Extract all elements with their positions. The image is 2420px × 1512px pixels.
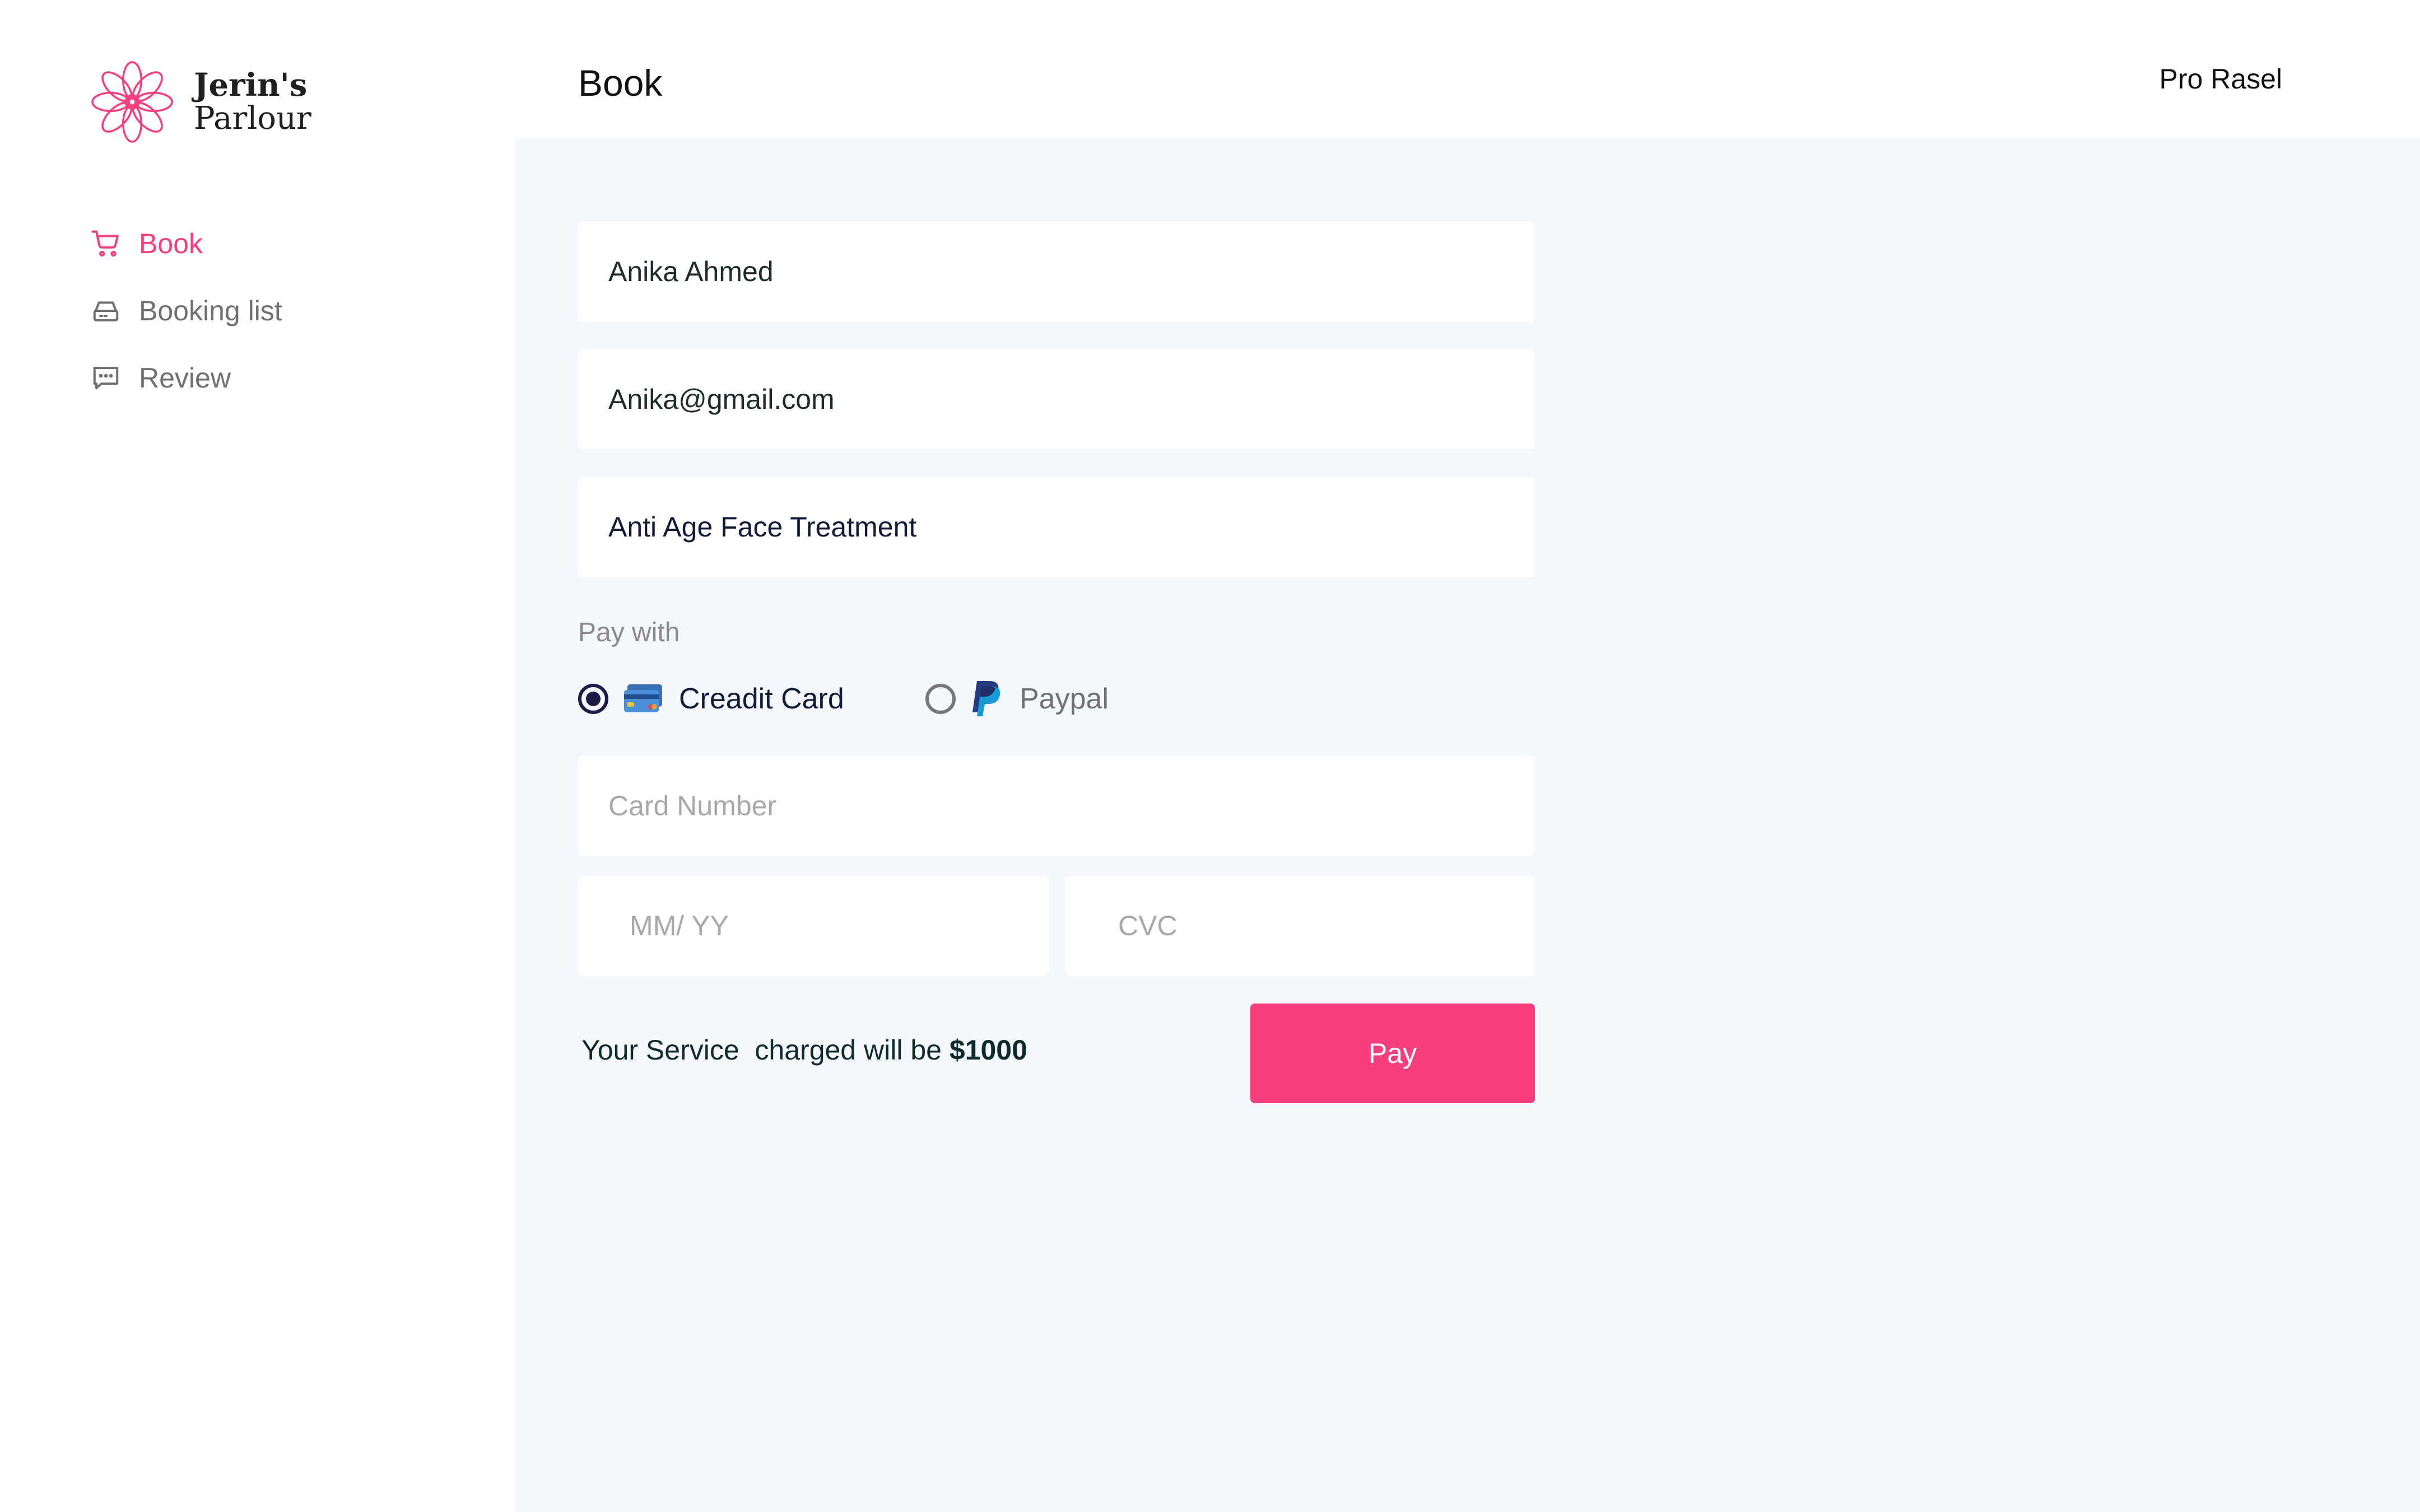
service-charge-text: Your Service charged will be $1000 bbox=[581, 1034, 1027, 1066]
sidebar-item-review[interactable]: Review bbox=[91, 357, 282, 399]
chat-bubble-icon bbox=[91, 363, 121, 393]
brand-logo[interactable]: Jerin's Parlour bbox=[90, 60, 311, 143]
user-name[interactable]: Pro Rasel bbox=[2159, 63, 2282, 95]
sidebar-item-label: Booking list bbox=[139, 295, 282, 326]
paypal-icon bbox=[970, 679, 1004, 719]
sidebar-item-label: Book bbox=[139, 228, 203, 259]
cvc-field[interactable] bbox=[1065, 876, 1535, 976]
cart-icon bbox=[91, 228, 121, 259]
sidebar-item-label: Review bbox=[139, 362, 231, 394]
sidebar-item-booking-list[interactable]: Booking list bbox=[91, 290, 282, 332]
paypal-label: Paypal bbox=[1020, 683, 1109, 715]
paypal-radio[interactable] bbox=[925, 684, 956, 714]
pay-with-label: Pay with bbox=[578, 618, 680, 647]
payment-option-paypal[interactable]: Paypal bbox=[925, 676, 1109, 721]
sidebar: Jerin's Parlour Book Booking list Review bbox=[0, 0, 515, 1512]
sidebar-item-book[interactable]: Book bbox=[91, 223, 282, 264]
brand-name: Jerin's Parlour bbox=[194, 69, 311, 134]
card-number-field[interactable] bbox=[578, 756, 1535, 856]
pay-button[interactable]: Pay bbox=[1250, 1004, 1535, 1103]
credit-card-icon bbox=[623, 683, 663, 715]
booking-form-area: Pay with Creadit Card Paypal bbox=[515, 138, 2420, 1512]
email-field[interactable] bbox=[578, 349, 1535, 449]
sidebar-nav: Book Booking list Review bbox=[91, 223, 282, 424]
credit-card-label: Creadit Card bbox=[679, 683, 844, 715]
name-field[interactable] bbox=[578, 222, 1535, 321]
charge-label: Your Service charged will be bbox=[581, 1034, 950, 1066]
lotus-flower-icon bbox=[91, 61, 173, 143]
brand-name-line1: Jerin's bbox=[194, 67, 308, 104]
inbox-tray-icon bbox=[91, 296, 121, 326]
expiry-field[interactable] bbox=[578, 876, 1049, 976]
payment-option-credit-card[interactable]: Creadit Card bbox=[578, 676, 844, 721]
page-title: Book bbox=[578, 62, 663, 104]
service-field[interactable] bbox=[578, 477, 1535, 577]
brand-name-line2: Parlour bbox=[194, 100, 311, 137]
charge-amount: $1000 bbox=[949, 1034, 1027, 1066]
credit-card-radio[interactable] bbox=[578, 684, 608, 714]
top-bar: Book Pro Rasel bbox=[515, 0, 2420, 138]
